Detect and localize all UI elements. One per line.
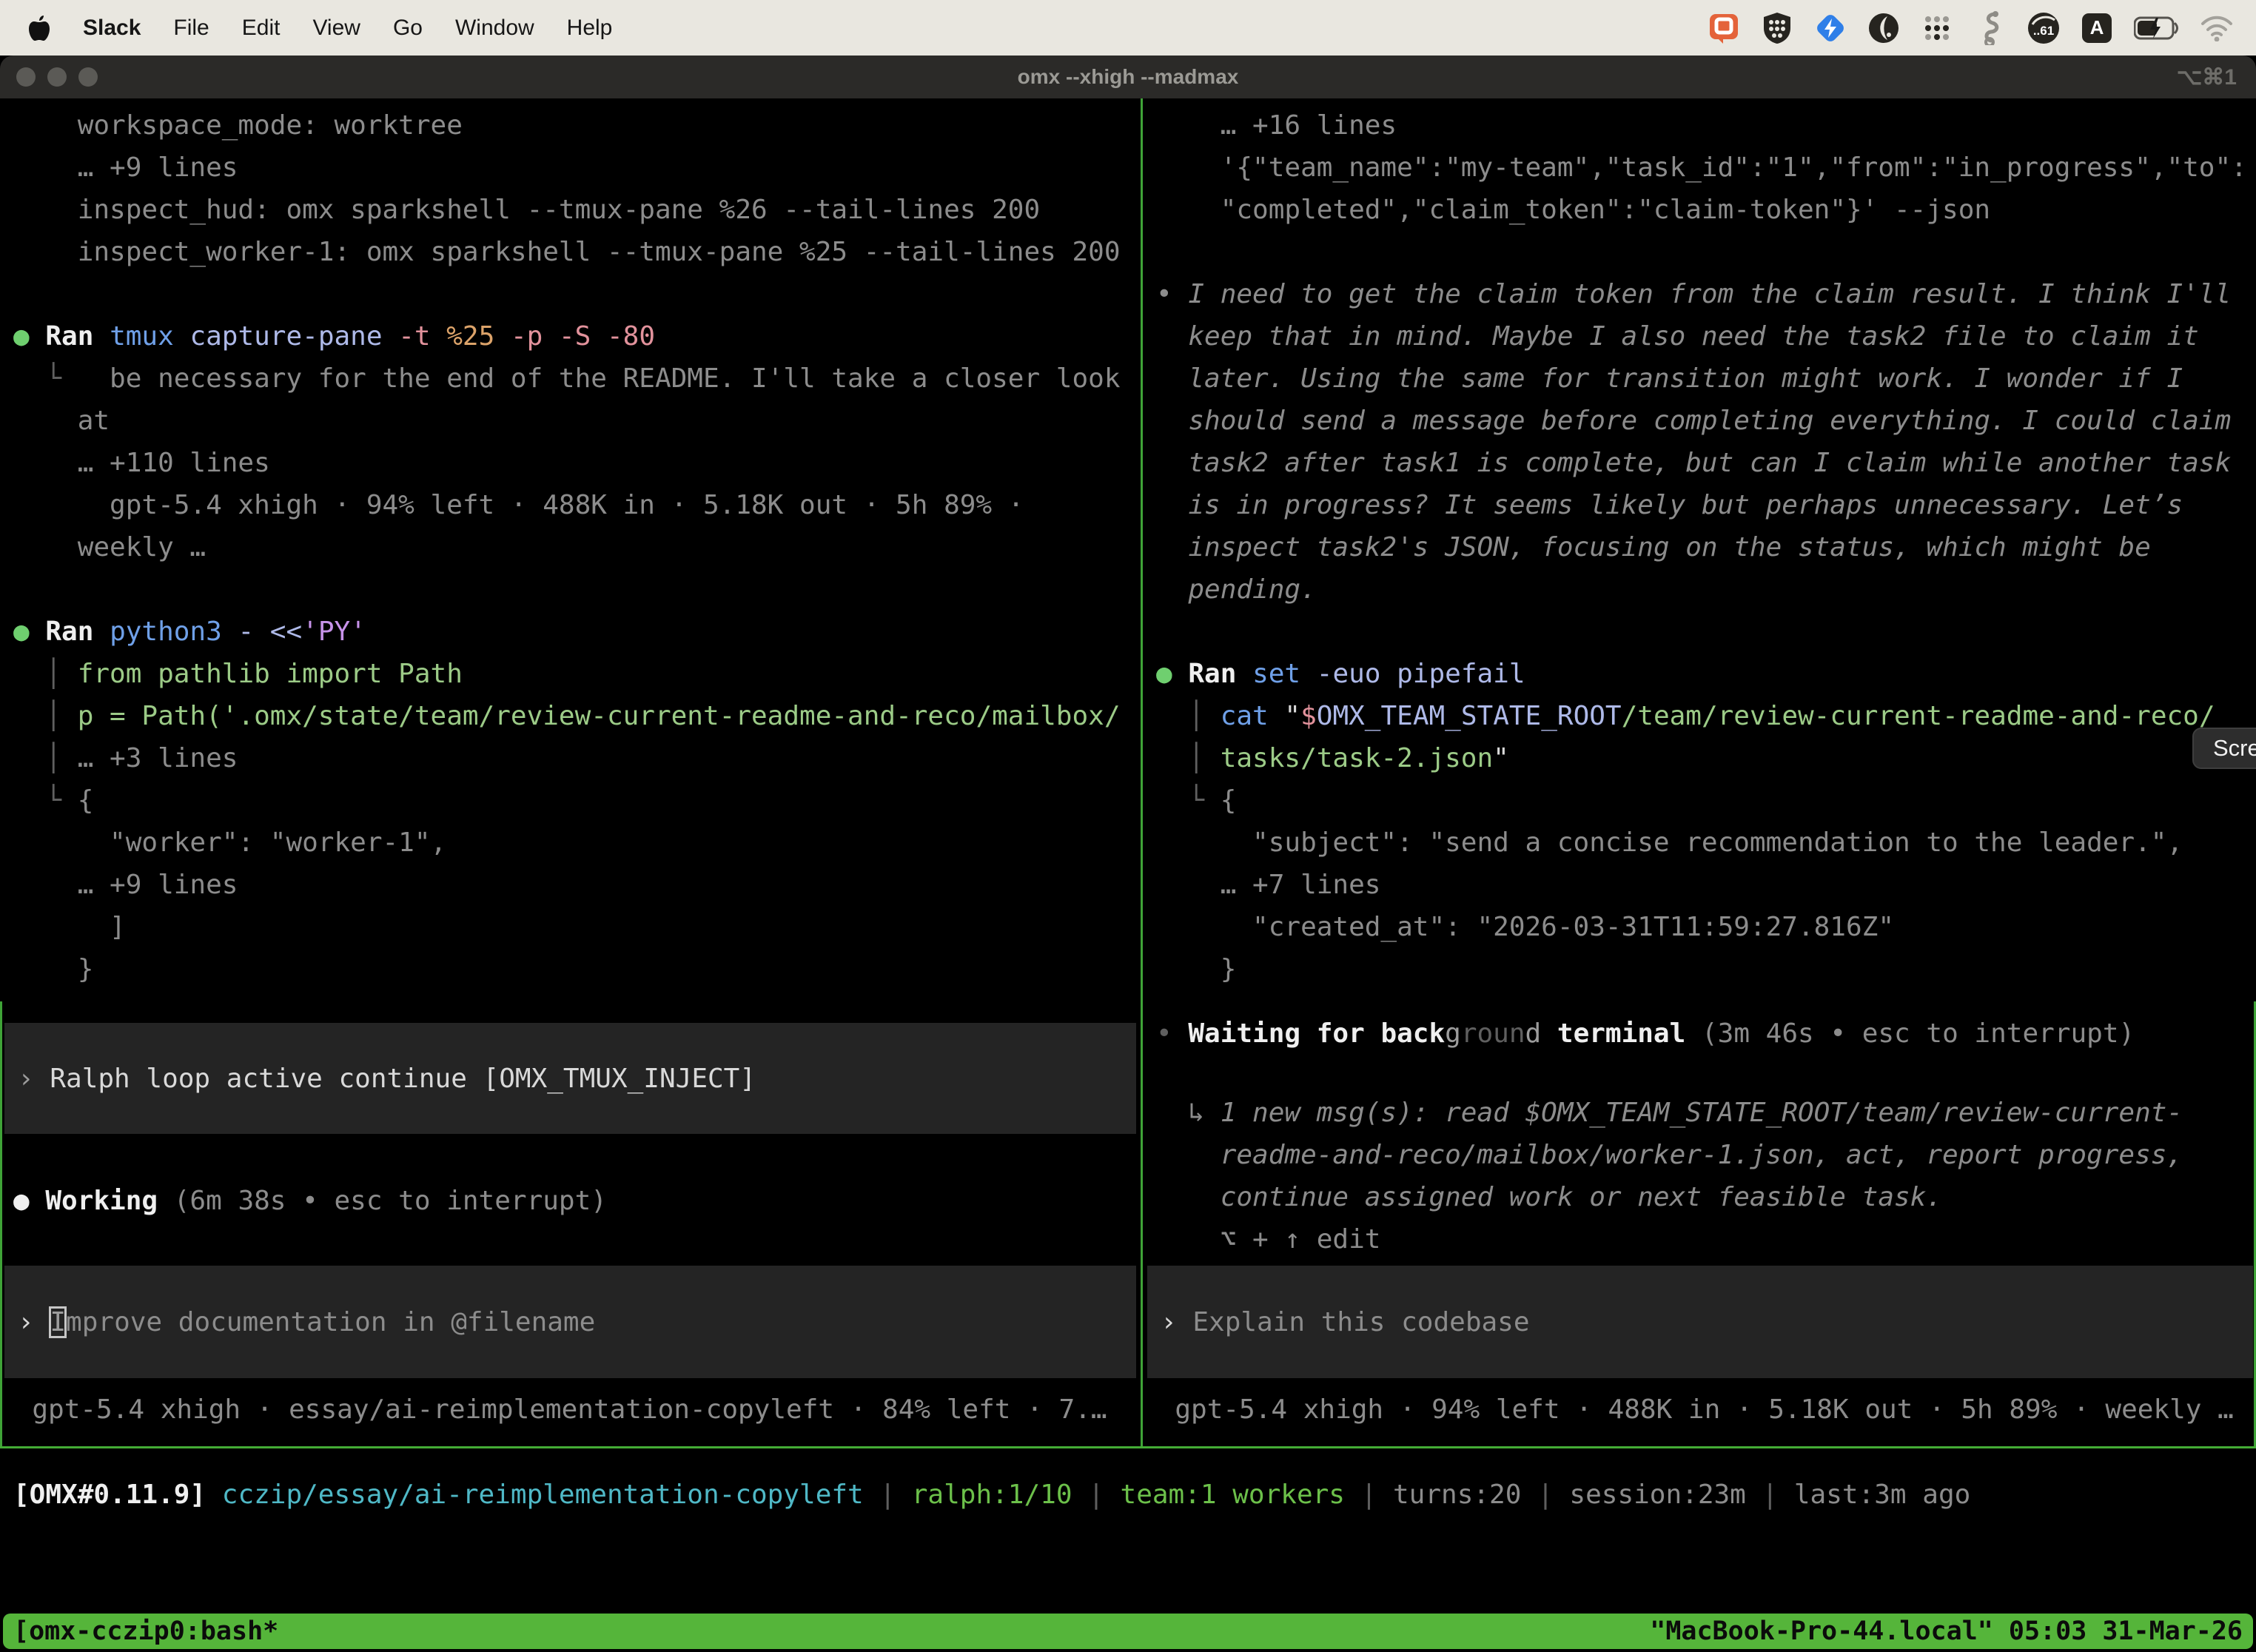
terminal-pane-left: workspace_mode: worktree … +9 lines insp… [0,98,1141,1446]
terminal-line: ● Ran python3 - <<'PY' [13,611,1141,653]
tmux-status-bar: [omx-cczip0:bash* "MacBook-Pro-44.local"… [3,1614,2253,1649]
menu-item-go[interactable]: Go [393,16,423,41]
terminal-window: omx --xhigh --madmax ⌥⌘1 workspace_mode:… [0,56,2256,1652]
input-source-label: A [2090,16,2104,39]
terminal-line: ● Ran set -euo pipefail [1156,653,2256,695]
dots-grid-icon[interactable] [1920,11,1954,45]
terminal-line: keep that in mind. Maybe I also need the… [1156,315,2256,357]
terminal-pane-right: … +16 lines '{"team_name":"my-team","tas… [1143,98,2256,1446]
terminal-line: } [1156,948,2256,990]
battery-icon[interactable] [2133,11,2181,45]
terminal-line: … +7 lines [1156,864,2256,906]
menu-item-help[interactable]: Help [567,16,613,41]
pane-border-left [0,1001,2,1446]
terminal-line: inspect task2's JSON, focusing on the st… [1156,526,2256,568]
badge-61-icon[interactable]: ..61 [2027,11,2061,45]
tooltip-label: Scre [2213,735,2256,762]
terminal-line: … +9 lines [13,147,1141,189]
squiggle-icon[interactable] [1973,11,2007,45]
menu-bar: Slack File Edit View Go Window Help ..61 A [0,0,2256,56]
terminal-line: continue assigned work or next feasible … [1156,1176,2256,1218]
terminal-line [1156,611,2256,653]
terminal-line: pending. [1156,568,2256,611]
prompt-input-left[interactable]: › Improve documentation in @filename [4,1266,1136,1378]
terminal-line: at [13,400,1141,442]
terminal-line: inspect_hud: omx sparkshell --tmux-pane … [13,189,1141,231]
menu-item-window[interactable]: Window [455,16,534,41]
lightning-icon[interactable] [1813,11,1847,45]
terminal-line: weekly … [13,526,1141,568]
terminal-line: "subject": "send a concise recommendatio… [1156,822,2256,864]
terminal-line: should send a message before completing … [1156,400,2256,442]
working-status: ● Working (6m 38s • esc to interrupt) [13,1180,607,1222]
shield-icon[interactable] [1760,11,1794,45]
terminal-line: … +16 lines [1156,104,2256,147]
terminal-line: gpt-5.4 xhigh · 94% left · 488K in · 5.1… [13,484,1141,526]
terminal-line: │ cat "$OMX_TEAM_STATE_ROOT/team/review-… [1156,695,2256,737]
terminal-line [1156,231,2256,273]
app-menu-slack[interactable]: Slack [83,16,141,41]
terminal-line: inspect_worker-1: omx sparkshell --tmux-… [13,231,1141,273]
terminal-line: │ … +3 lines [13,737,1141,779]
terminal-line: "worker": "worker-1", [13,822,1141,864]
window-shortcut: ⌥⌘1 [2177,56,2237,98]
menu-item-file[interactable]: File [173,16,209,41]
moon-icon[interactable] [1867,11,1901,45]
terminal-line: ⌥ + ↑ edit [1156,1218,2256,1260]
terminal-line [13,273,1141,315]
terminal-line [1156,1055,2256,1092]
chat-icon[interactable] [1707,11,1741,45]
terminal-line: │ p = Path('.omx/state/team/review-curre… [13,695,1141,737]
omx-status-line: [OMX#0.11.9] cczip/essay/ai-reimplementa… [13,1474,1970,1516]
terminal-line: ● Ran tmux capture-pane -t %25 -p -S -80 [13,315,1141,357]
badge-61-label: ..61 [2033,24,2054,38]
model-status-left: gpt-5.4 xhigh · essay/ai-reimplementatio… [0,1389,1107,1431]
terminal-line: '{"team_name":"my-team","task_id":"1","f… [1156,147,2256,189]
terminal-line: task2 after task1 is complete, but can I… [1156,442,2256,484]
title-bar: omx --xhigh --madmax ⌥⌘1 [0,56,2256,98]
terminal-line: … +9 lines [13,864,1141,906]
terminal-line: │ from pathlib import Path [13,653,1141,695]
terminal-line: • I need to get the claim token from the… [1156,273,2256,315]
terminal-line: … +110 lines [13,442,1141,484]
tooltip: Scre [2192,728,2256,769]
terminal-line: └ { [13,779,1141,822]
terminal-line: "completed","claim_token":"claim-token"}… [1156,189,2256,231]
model-status-right: gpt-5.4 xhigh · 94% left · 488K in · 5.1… [1143,1389,2234,1431]
terminal-line: • Waiting for background terminal (3m 46… [1156,1013,2256,1055]
terminal-line: workspace_mode: worktree [13,104,1141,147]
terminal-line: └ { [1156,779,2256,822]
wifi-icon[interactable] [2200,11,2234,45]
terminal-line: } [13,948,1141,990]
menu-item-view[interactable]: View [312,16,360,41]
terminal-line: readme-and-reco/mailbox/worker-1.json, a… [1156,1134,2256,1176]
terminal-line: └ be necessary for the end of the README… [13,357,1141,400]
terminal-line: is in progress? It seems likely but perh… [1156,484,2256,526]
terminal-line: ] [13,906,1141,948]
terminal-line: "created_at": "2026-03-31T11:59:27.816Z" [1156,906,2256,948]
status-divider [0,1446,2256,1448]
ralph-loop-box: › Ralph loop active continue [OMX_TMUX_I… [4,1023,1136,1134]
terminal-line [1156,990,2256,1013]
tmux-session-label: [omx-cczip0:bash* [13,1616,278,1646]
apple-menu-icon[interactable] [28,15,50,41]
pane-divider[interactable] [1141,98,1143,1446]
terminal-line: later. Using the same for transition mig… [1156,357,2256,400]
tmux-host-clock: "MacBook-Pro-44.local" 05:03 31-Mar-26 [1650,1616,2243,1646]
menu-item-edit[interactable]: Edit [242,16,281,41]
terminal-line: ↳ 1 new msg(s): read $OMX_TEAM_STATE_ROO… [1156,1092,2256,1134]
window-title: omx --xhigh --madmax [0,56,2256,98]
input-source-icon[interactable]: A [2080,11,2114,45]
terminal-line [13,568,1141,611]
prompt-input-right[interactable]: › Explain this codebase [1147,1266,2253,1378]
terminal-content: workspace_mode: worktree … +9 lines insp… [0,98,2256,1652]
terminal-line: │ tasks/task-2.json" [1156,737,2256,779]
